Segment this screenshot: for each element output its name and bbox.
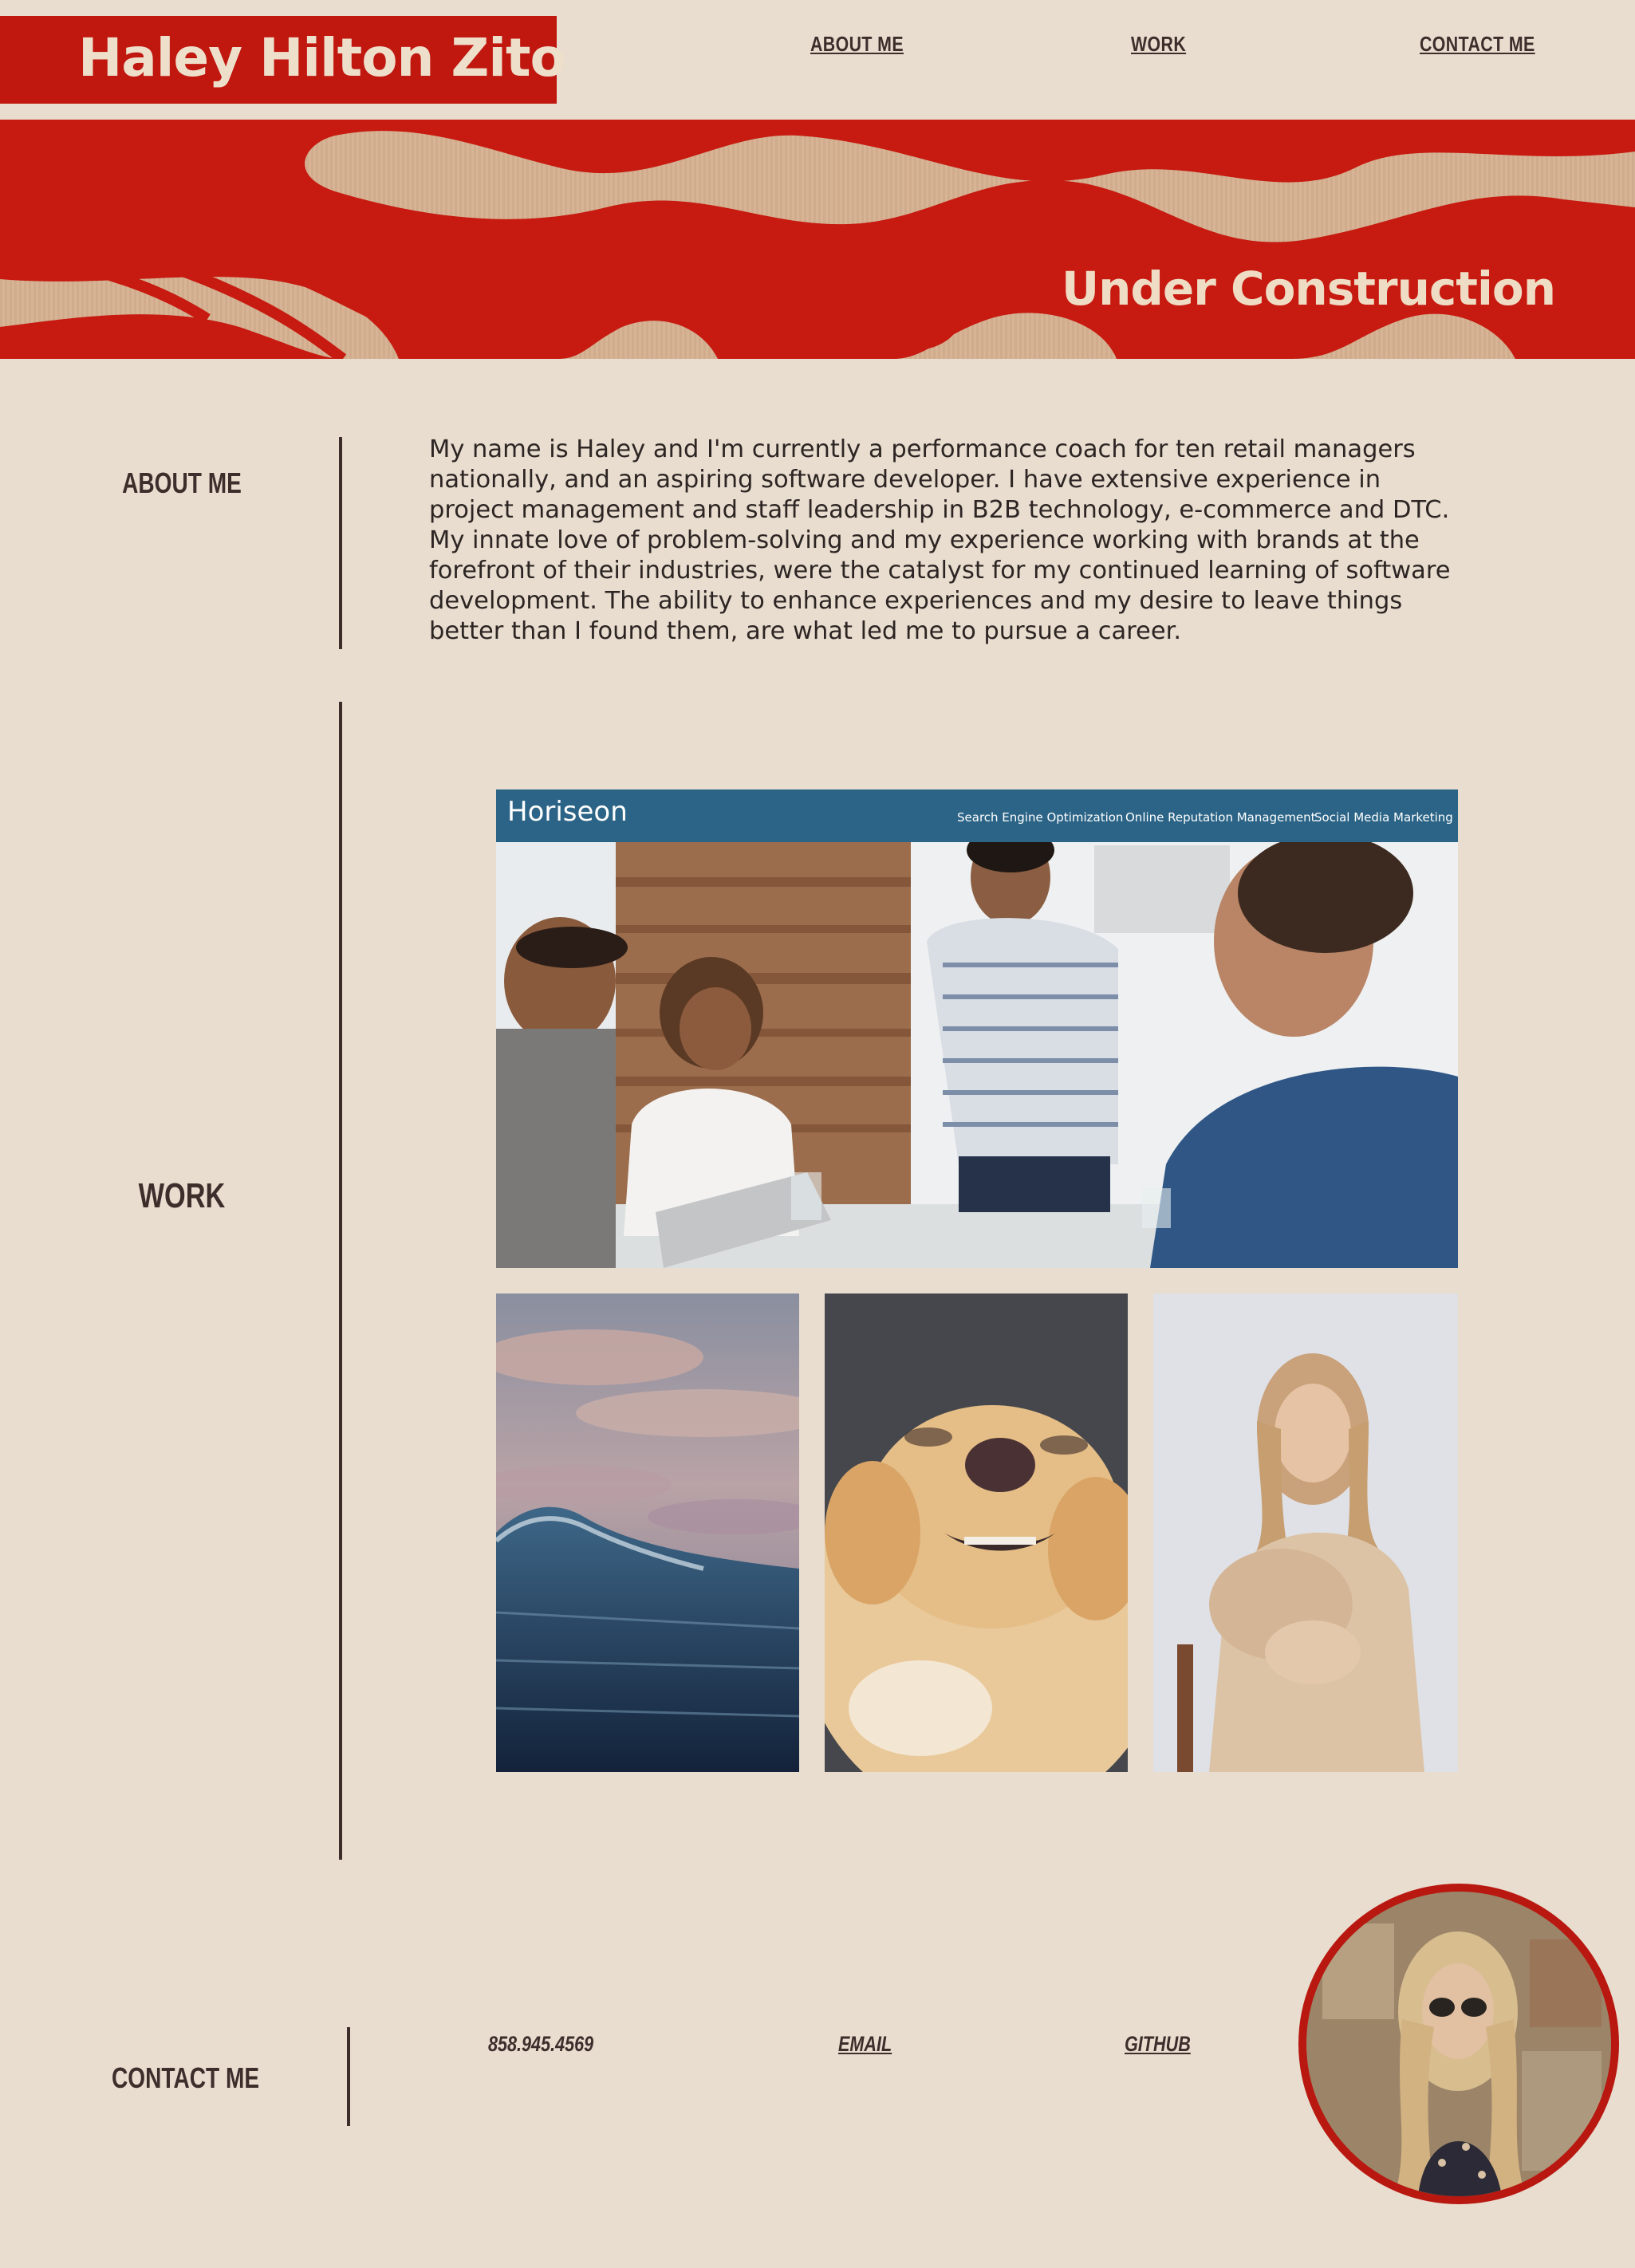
about-paragraph: My name is Haley and I'm currently a per… <box>429 435 1451 645</box>
banner-text: Under Construction <box>1061 262 1556 316</box>
horiseon-nav-seo: Search Engine Optimization <box>957 810 1124 825</box>
project-thumbnail-dog[interactable] <box>825 1293 1128 1772</box>
nav-contact-me[interactable]: CONTACT ME <box>1420 32 1535 57</box>
horiseon-logo: Horiseon <box>507 796 628 828</box>
project-thumbnail-portrait[interactable] <box>1153 1293 1458 1772</box>
contact-me-heading: CONTACT ME <box>112 2061 260 2094</box>
contact-divider <box>347 2027 350 2126</box>
portrait-image <box>1153 1293 1458 1772</box>
about-divider <box>339 437 342 649</box>
hero-banner: Under Construction <box>0 120 1635 359</box>
work-heading: WORK <box>138 1176 226 1215</box>
email-link[interactable]: EMAIL <box>838 2032 892 2057</box>
featured-project-horiseon[interactable] <box>496 789 1458 1268</box>
nav-work[interactable]: WORK <box>1131 32 1186 57</box>
nav-about-me[interactable]: ABOUT ME <box>810 32 904 57</box>
about-me-heading: ABOUT ME <box>122 467 242 499</box>
dog-image <box>825 1293 1128 1772</box>
project-thumbnail-wave[interactable] <box>496 1293 799 1772</box>
horiseon-nav-orm: Online Reputation Management <box>1125 810 1316 825</box>
phone-link[interactable]: 858.945.4569 <box>488 2032 593 2057</box>
work-divider <box>339 702 342 1860</box>
horiseon-nav-smm: Social Media Marketing <box>1314 810 1453 825</box>
swirl-pattern <box>0 120 1635 359</box>
site-title: Haley Hilton Zito <box>78 27 566 89</box>
github-link[interactable]: GITHUB <box>1125 2032 1191 2057</box>
horiseon-screenshot <box>496 789 1458 1268</box>
wave-image <box>496 1293 799 1772</box>
avatar-photo <box>1306 1892 1611 2196</box>
profile-avatar <box>1298 1884 1619 2204</box>
